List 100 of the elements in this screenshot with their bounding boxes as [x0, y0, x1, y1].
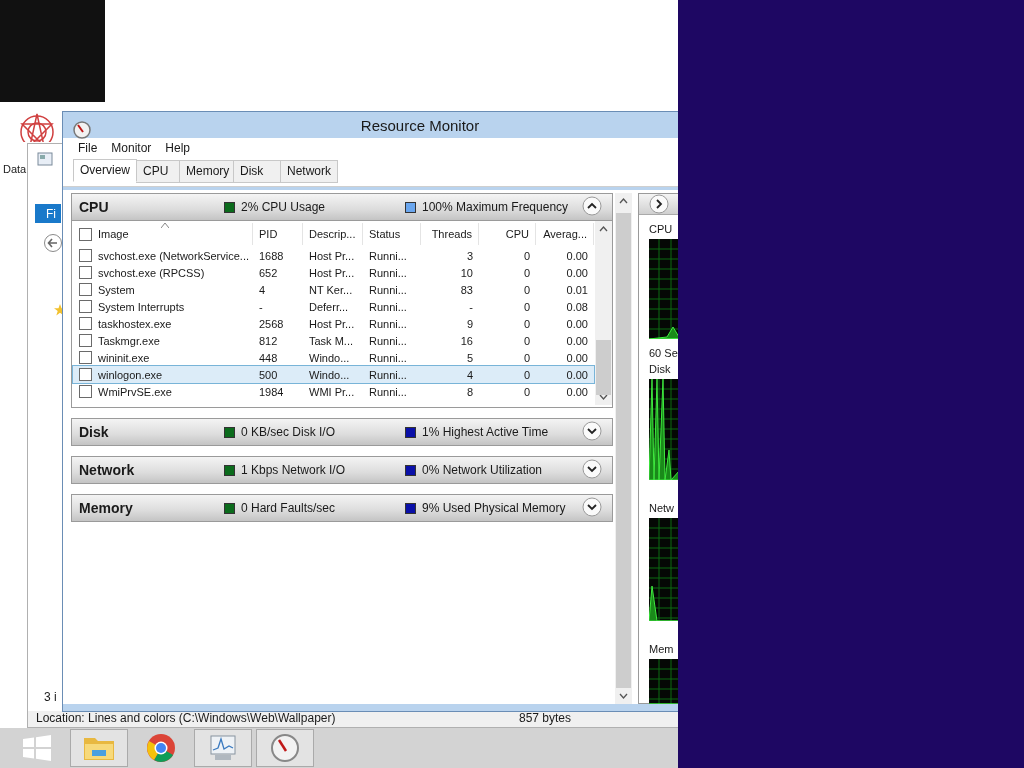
column-header[interactable]: Threads [431, 228, 472, 240]
column-header[interactable]: CPU [505, 228, 529, 240]
metric-label: 0 KB/sec Disk I/O [241, 425, 336, 439]
metric-label: 9% Used Physical Memory [422, 501, 566, 515]
graph-label: Netw [649, 501, 676, 516]
tab[interactable]: CPU [136, 160, 180, 183]
table-cell: 500 [259, 368, 278, 381]
table-cell: 1688 [259, 249, 284, 262]
table-cell: 652 [259, 266, 278, 279]
table-cell: 3 [466, 249, 473, 262]
metric-label: 1 Kbps Network I/O [241, 463, 346, 477]
table-cell: taskhostex.exe [98, 317, 172, 330]
table-cell: 16 [460, 334, 473, 347]
metric-label: 0 Hard Faults/sec [241, 501, 336, 515]
table-cell: - [469, 300, 473, 313]
table-cell: 0.00 [566, 266, 588, 279]
ribbon-tab[interactable]: Fi [35, 204, 61, 223]
table-cell: 0 [523, 283, 530, 296]
table-cell: Host Pr... [309, 249, 355, 262]
column-header[interactable]: Status [369, 228, 401, 240]
table-cell: 0.00 [566, 334, 588, 347]
graph-label: CPU [649, 222, 674, 237]
table-cell: 0.00 [566, 249, 588, 262]
menu-item[interactable]: File [78, 141, 98, 155]
table-cell: 0 [523, 249, 530, 262]
table-cell: - [259, 300, 263, 313]
table-cell: Runni... [369, 334, 407, 347]
column-header[interactable]: Image [98, 228, 129, 240]
table-cell: Host Pr... [309, 317, 355, 330]
metric-label: 0% Network Utilization [422, 463, 543, 477]
table-cell: 0 [523, 385, 530, 398]
column-header[interactable]: Descrip... [309, 228, 356, 240]
table-cell: 0.08 [566, 300, 588, 313]
table-cell: svchost.exe (NetworkService... [98, 249, 249, 262]
table-cell: 448 [259, 351, 278, 364]
menu-item[interactable]: Monitor [111, 141, 152, 155]
table-cell: NT Ker... [309, 283, 353, 296]
desktop-icon-label: Data [3, 163, 27, 175]
table-cell: 0 [523, 300, 530, 313]
graph-label: 60 Se [649, 346, 678, 361]
metric-label: 1% Highest Active Time [422, 425, 549, 439]
table-cell: Runni... [369, 317, 407, 330]
table-cell: Task M... [309, 334, 353, 347]
metric-label: 2% CPU Usage [241, 200, 326, 214]
metric-label: 100% Maximum Frequency [422, 200, 569, 214]
table-cell: 10 [460, 266, 473, 279]
tab[interactable]: Disk [233, 160, 281, 183]
table-cell: 0.01 [566, 283, 588, 296]
table-cell: 4 [466, 368, 473, 381]
table-cell: Runni... [369, 249, 407, 262]
section-header[interactable]: Disk 0 KB/sec Disk I/O 1% Highest Active Time [71, 418, 613, 446]
table-cell: System [98, 283, 135, 296]
tab[interactable]: Overview [73, 159, 137, 182]
menu-item[interactable]: Help [165, 141, 191, 155]
tab[interactable]: Memory [179, 160, 234, 183]
table-cell: 0 [523, 368, 530, 381]
table-cell: winlogon.exe [98, 368, 163, 381]
column-header[interactable]: Averag... [543, 228, 587, 240]
status-location: Location: Lines and colors (C:\Windows\Web\Wallpaper) [36, 711, 336, 727]
table-cell: 0.00 [566, 351, 588, 364]
section-title: Memory [79, 500, 134, 516]
section-title: Network [79, 462, 136, 478]
table-cell: 83 [460, 283, 473, 296]
table-cell: 0.00 [566, 385, 588, 398]
table-cell: System Interrupts [98, 300, 185, 313]
window-title: Resource Monitor [360, 116, 480, 134]
table-cell: 9 [466, 317, 473, 330]
graph-label: Disk [649, 362, 672, 377]
table-cell: 0 [523, 317, 530, 330]
table-cell: 1984 [259, 385, 284, 398]
item-count: 3 i [44, 690, 57, 704]
tab[interactable]: Network [280, 160, 339, 183]
table-cell: Windo... [309, 368, 350, 381]
table-cell: 5 [466, 351, 473, 364]
graph-label: Mem [649, 642, 675, 657]
table-cell: WMI Pr... [309, 385, 355, 398]
table-cell: Runni... [369, 266, 407, 279]
table-cell: Runni... [369, 351, 407, 364]
table-cell: Runni... [369, 300, 407, 313]
table-cell: 0 [523, 266, 530, 279]
table-cell: 0.00 [566, 317, 588, 330]
section-title: Disk [79, 424, 110, 440]
section-header[interactable]: CPU 2% CPU Usage 100% Maximum Frequency [71, 193, 613, 221]
table-cell: 2568 [259, 317, 284, 330]
table-cell: 8 [466, 385, 473, 398]
table-cell: 0 [523, 351, 530, 364]
table-cell: Taskmgr.exe [98, 334, 160, 347]
table-cell: Runni... [369, 385, 407, 398]
section-header[interactable]: Network 1 Kbps Network I/O 0% Network Utilization [71, 456, 613, 484]
section-title: CPU [79, 199, 110, 215]
status-size: 857 bytes [518, 711, 571, 727]
selected-row[interactable]: winlogon.exe 500 Windo... Runni... 4 0 0.00 [73, 366, 594, 383]
column-header[interactable]: PID [259, 228, 278, 240]
table-cell: Runni... [369, 368, 407, 381]
table-cell: 812 [259, 334, 278, 347]
table-cell: 0 [523, 334, 530, 347]
table-cell: wininit.exe [98, 351, 150, 364]
table-cell: Runni... [369, 283, 407, 296]
section-header[interactable]: Memory 0 Hard Faults/sec 9% Used Physical Memory [71, 494, 613, 522]
table-cell: Windo... [309, 351, 350, 364]
